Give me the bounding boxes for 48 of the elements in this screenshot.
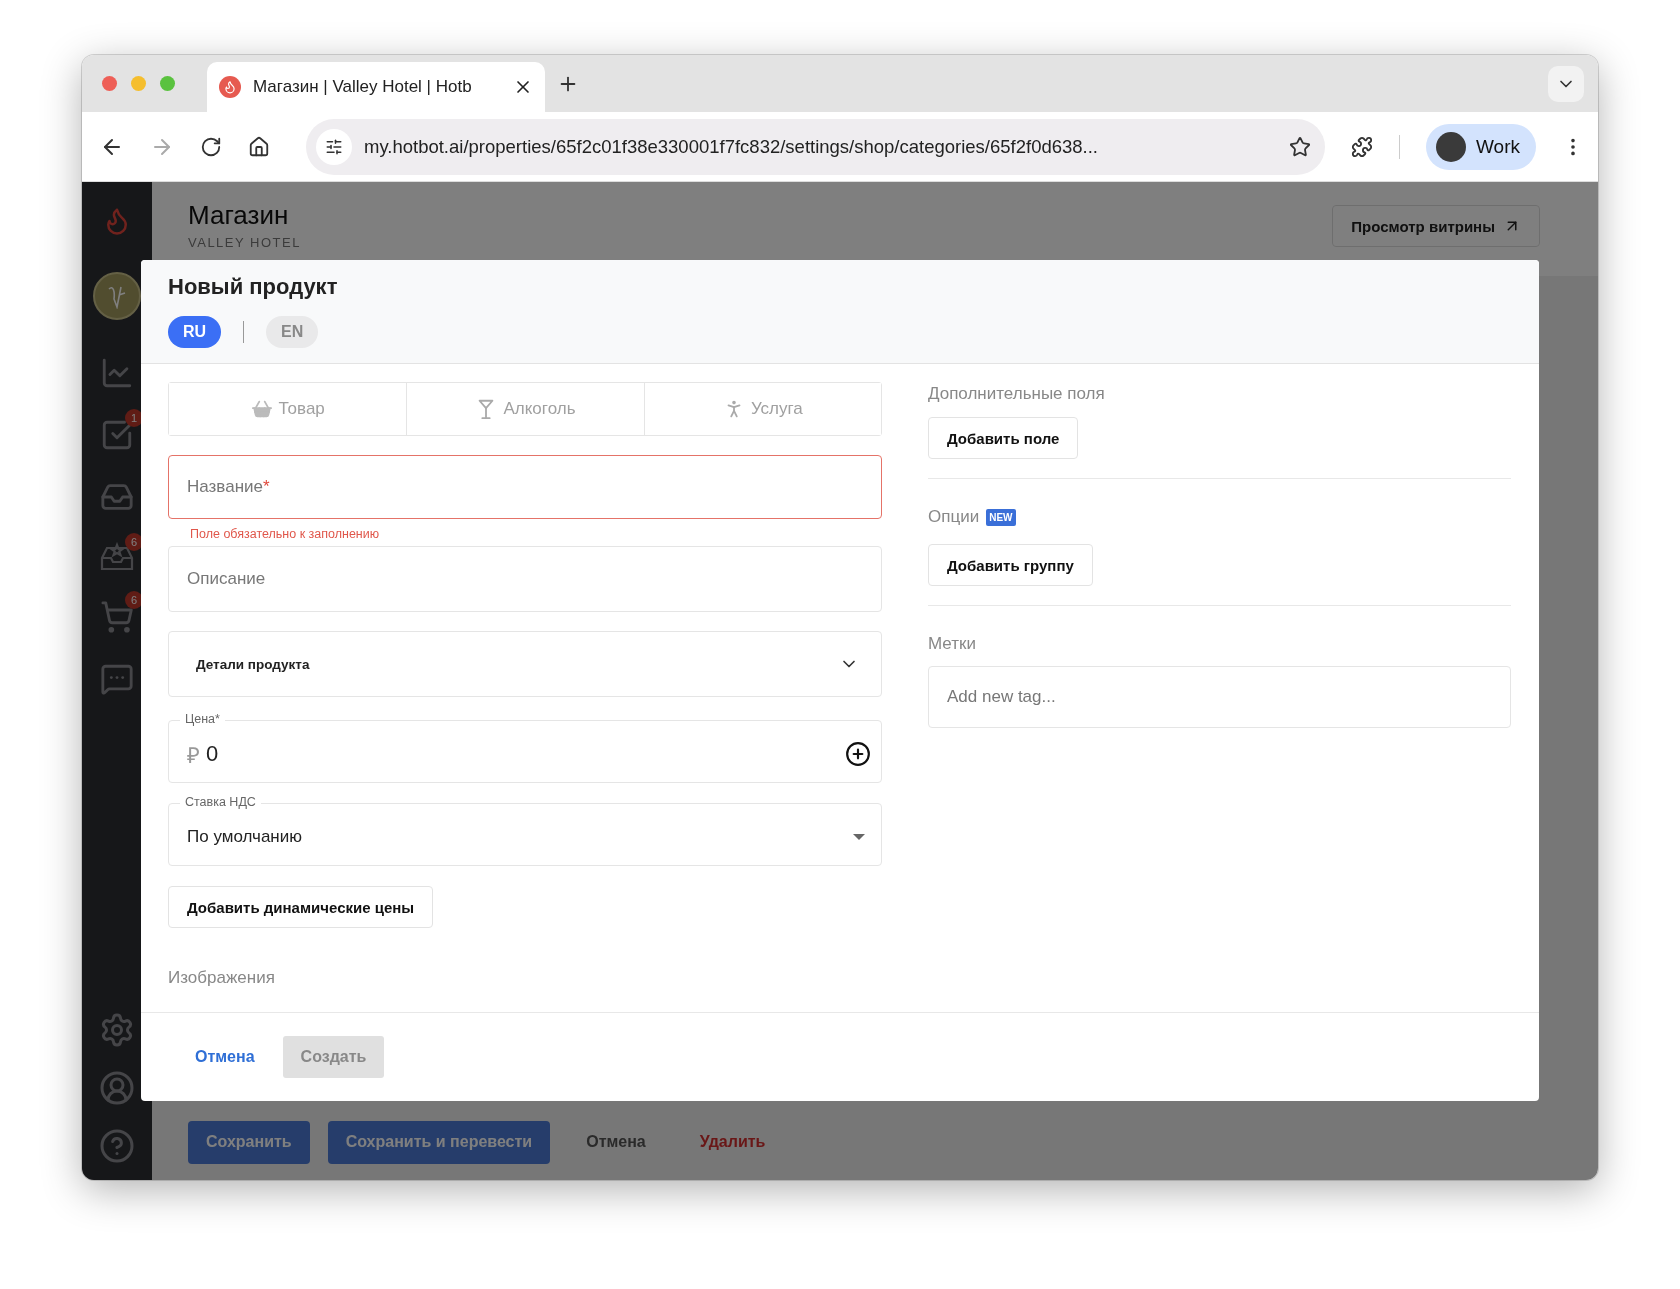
settings-icon[interactable] bbox=[99, 1012, 135, 1048]
language-tab[interactable]: RU bbox=[168, 316, 222, 348]
zoom-window-button[interactable] bbox=[160, 76, 175, 91]
section-title: Дополнительные поля bbox=[928, 384, 1106, 404]
close-window-button[interactable] bbox=[102, 76, 117, 91]
page-title: Магазин bbox=[188, 200, 290, 231]
help-icon[interactable] bbox=[99, 1128, 135, 1164]
description-field[interactable]: Описание bbox=[168, 546, 882, 612]
cancel-button[interactable]: Отмена bbox=[568, 1120, 664, 1164]
cancel-link[interactable]: Отмена bbox=[195, 1048, 255, 1066]
flame-icon bbox=[219, 76, 241, 98]
section-title: Метки bbox=[928, 634, 977, 654]
page-subtitle: VALLEY HOTEL bbox=[188, 235, 301, 250]
bookmark-star-icon[interactable] bbox=[1289, 135, 1311, 158]
delete-button[interactable]: Удалить bbox=[681, 1120, 784, 1164]
new-badge: NEW bbox=[986, 508, 1016, 526]
user-icon[interactable] bbox=[99, 1070, 135, 1106]
profile-button[interactable]: Work bbox=[1426, 123, 1536, 170]
minimize-window-button[interactable] bbox=[131, 76, 146, 91]
add-field-button[interactable]: Добавить поле bbox=[928, 417, 1079, 459]
tab-list-button[interactable] bbox=[1548, 65, 1584, 102]
caret-icon bbox=[853, 833, 865, 840]
details-accordion[interactable]: Детали продукта bbox=[168, 631, 882, 697]
site-settings-icon[interactable] bbox=[325, 137, 343, 156]
add-group-button[interactable]: Добавить группу bbox=[928, 544, 1093, 586]
type-tab[interactable]: Услуга bbox=[643, 383, 881, 435]
chat-icon[interactable] bbox=[100, 662, 134, 696]
error-message: Поле обязательно к заполнению bbox=[189, 526, 381, 543]
home-icon[interactable] bbox=[248, 135, 270, 158]
add-circle-icon[interactable] bbox=[845, 740, 871, 767]
extensions-icon[interactable] bbox=[1351, 135, 1373, 158]
checkbox-icon[interactable] bbox=[100, 418, 134, 452]
dialog-title: Новый продукт bbox=[168, 274, 339, 300]
add-dynamic-prices-button[interactable]: Добавить динамические цены bbox=[168, 886, 434, 928]
section-title: Опции bbox=[928, 507, 980, 527]
save-button[interactable]: Сохранить и перевести bbox=[327, 1120, 551, 1164]
name-field[interactable]: Название* bbox=[168, 455, 882, 519]
reload-icon[interactable] bbox=[200, 135, 222, 158]
tag-input-field[interactable]: Add new tag... bbox=[928, 666, 1511, 728]
language-tab[interactable]: EN bbox=[266, 316, 319, 348]
address-bar[interactable]: my.hotbot.ai/properties/65f2c01f38e330001f7fc832/settings/shop/categories/65f2f0d638... bbox=[306, 118, 1325, 175]
basket-icon bbox=[250, 398, 273, 420]
browser-tab[interactable]: Магазин | Valley Hotel | Hotb bbox=[207, 62, 545, 112]
images-label: Изображения bbox=[168, 968, 276, 988]
storefront-button[interactable]: Просмотр витрины bbox=[1332, 205, 1540, 247]
save-button[interactable]: Сохранить bbox=[188, 1120, 310, 1164]
chart-icon[interactable] bbox=[100, 356, 134, 390]
avatar-icon[interactable] bbox=[93, 272, 141, 320]
